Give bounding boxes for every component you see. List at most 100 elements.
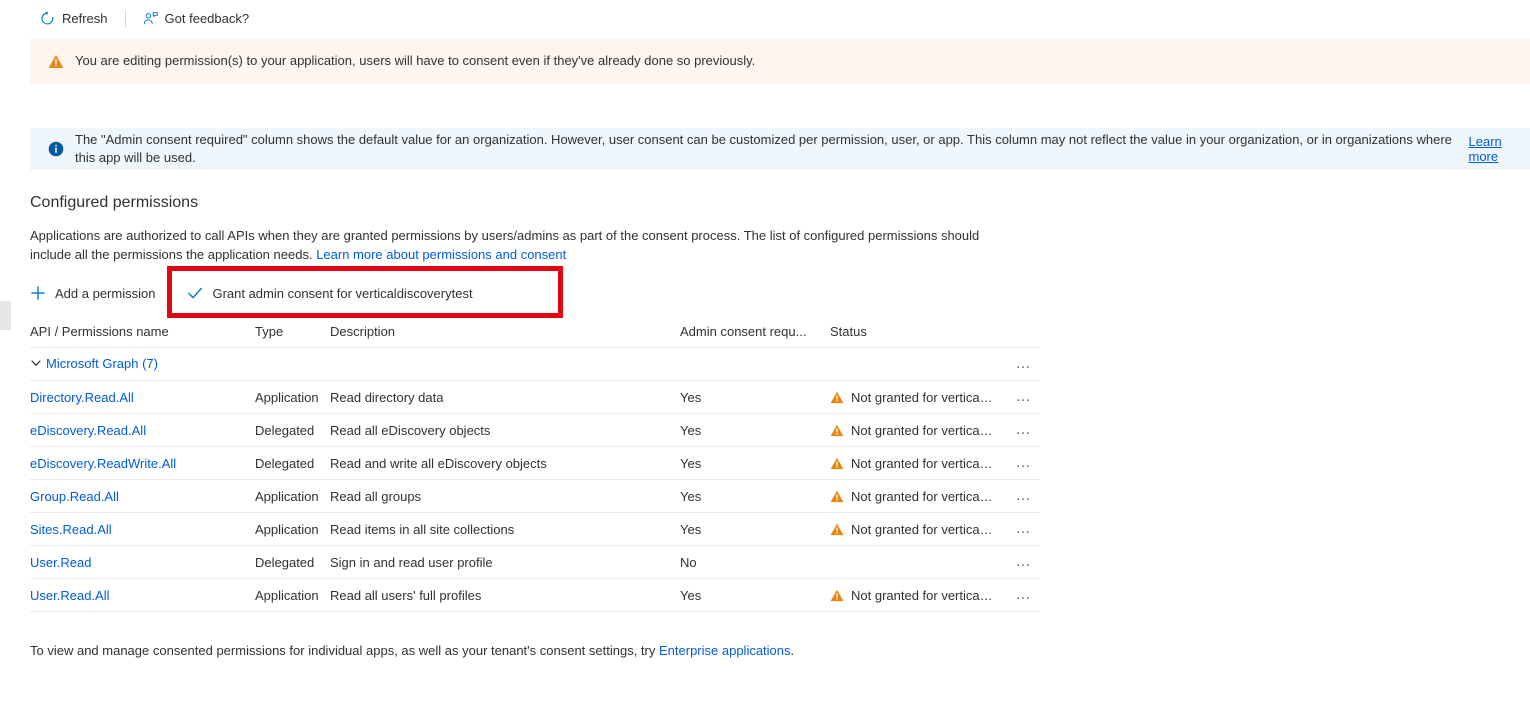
grant-admin-consent-button[interactable]: Grant admin consent for verticaldiscover… (167, 278, 484, 308)
warning-triangle-icon (830, 522, 844, 536)
permission-name-link[interactable]: Group.Read.All (30, 489, 119, 504)
refresh-button[interactable]: Refresh (30, 3, 118, 33)
permission-name-link[interactable]: User.Read (30, 555, 91, 570)
permission-type-cell: Delegated (255, 446, 330, 480)
ellipsis-icon[interactable]: … (1010, 450, 1038, 476)
permission-description-cell: Read directory data (330, 380, 680, 414)
admin-consent-required-cell: Yes (680, 380, 830, 414)
table-row: User.Read.All Application Read all users' … (30, 578, 1040, 612)
column-header-type[interactable]: Type (255, 318, 330, 348)
checkmark-icon (187, 285, 203, 301)
ellipsis-icon[interactable]: … (1010, 582, 1038, 608)
refresh-label: Refresh (62, 10, 108, 26)
permission-status-cell: Not granted for vertical... (830, 512, 1010, 546)
chevron-down-icon (30, 357, 42, 369)
warning-triangle-icon (48, 53, 64, 69)
status-badge: Not granted for vertical... (830, 456, 1010, 471)
table-row: Group.Read.All Application Read all groups… (30, 479, 1040, 513)
group-toggle-microsoft-graph[interactable]: Microsoft Graph (7) (30, 356, 158, 371)
permission-name-cell: eDiscovery.ReadWrite.All (30, 446, 255, 480)
group-row-menu-cell: … (1010, 347, 1040, 381)
permission-description-cell: Sign in and read user profile (330, 545, 680, 579)
row-menu-cell: … (1010, 578, 1040, 612)
status-text: Not granted for vertical... (851, 389, 993, 405)
ellipsis-icon[interactable]: … (1010, 384, 1038, 410)
permission-name-cell: User.Read.All (30, 578, 255, 612)
permission-name-link[interactable]: User.Read.All (30, 588, 109, 603)
permission-description-cell: Read and write all eDiscovery objects (330, 446, 680, 480)
permissions-consent-learn-more-link[interactable]: Learn more about permissions and consent (316, 247, 566, 262)
warning-triangle-icon (830, 390, 844, 404)
admin-consent-required-cell: Yes (680, 446, 830, 480)
permission-type-cell: Application (255, 578, 330, 612)
status-text: Not granted for vertical... (851, 521, 993, 537)
permission-description-cell: Read all groups (330, 479, 680, 513)
configured-permissions-section: Configured permissions Applications are … (30, 192, 1040, 264)
permission-status-cell: Not granted for vertical... (830, 578, 1010, 612)
table-row: User.Read Delegated Sign in and read user … (30, 545, 1040, 579)
add-a-permission-button[interactable]: Add a permission (30, 278, 167, 308)
ellipsis-icon[interactable]: … (1010, 417, 1038, 443)
permission-type-cell: Application (255, 512, 330, 546)
admin-consent-required-cell: Yes (680, 578, 830, 612)
ellipsis-icon[interactable]: … (1010, 351, 1038, 377)
group-label-text: Microsoft Graph (7) (46, 355, 158, 371)
got-feedback-button[interactable]: Got feedback? (133, 3, 260, 33)
row-menu-cell: … (1010, 479, 1040, 513)
editing-permissions-warning-banner: You are editing permission(s) to your ap… (30, 38, 1530, 84)
table-body: Microsoft Graph (7) … Directory.Read.All… (30, 347, 1040, 612)
permission-type-cell: Application (255, 380, 330, 414)
command-bar: Refresh Got feedback? (0, 0, 1530, 36)
grant-admin-consent-label: Grant admin consent for verticaldiscover… (212, 285, 473, 301)
admin-consent-required-cell: Yes (680, 512, 830, 546)
admin-consent-required-cell: Yes (680, 479, 830, 513)
table-group-row-microsoft-graph: Microsoft Graph (7) … (30, 347, 1040, 381)
status-badge: Not granted for vertical... (830, 489, 1010, 504)
column-header-description[interactable]: Description (330, 318, 680, 348)
status-text: Not granted for vertical... (851, 422, 993, 438)
plus-icon (30, 285, 46, 301)
footer-text: To view and manage consented permissions… (30, 643, 656, 658)
warning-banner-text: You are editing permission(s) to your ap… (75, 53, 756, 68)
permission-status-cell: Not granted for vertical... (830, 380, 1010, 414)
info-banner-learn-more-link[interactable]: Learn more (1469, 134, 1530, 164)
permission-description-cell: Read all users' full profiles (330, 578, 680, 612)
row-menu-cell: … (1010, 545, 1040, 579)
permission-name-link[interactable]: Sites.Read.All (30, 522, 112, 537)
status-badge: Not granted for vertical... (830, 390, 1010, 405)
permission-name-link[interactable]: eDiscovery.Read.All (30, 423, 146, 438)
group-row-label-cell: Microsoft Graph (7) (30, 347, 1010, 381)
admin-consent-required-cell: Yes (680, 413, 830, 447)
page-title: Configured permissions (30, 194, 199, 211)
permission-status-cell: Not granted for vertical... (830, 446, 1010, 480)
admin-consent-info-banner: The "Admin consent required" column show… (30, 128, 1530, 170)
permission-type-cell: Delegated (255, 545, 330, 579)
permission-description-cell: Read all eDiscovery objects (330, 413, 680, 447)
refresh-icon (40, 10, 55, 26)
permission-name-link[interactable]: eDiscovery.ReadWrite.All (30, 456, 176, 471)
table-row: eDiscovery.Read.All Delegated Read all eDi… (30, 413, 1040, 447)
warning-triangle-icon (830, 423, 844, 437)
table-row: Sites.Read.All Application Read items in a… (30, 512, 1040, 546)
table-header-row: API / Permissions name Type Description … (30, 318, 1040, 348)
column-header-admin-consent-required[interactable]: Admin consent requ... (680, 318, 830, 348)
command-bar-separator (124, 9, 126, 27)
ellipsis-icon[interactable]: … (1010, 549, 1038, 575)
left-edge-resize-handle[interactable] (0, 301, 11, 330)
add-a-permission-label: Add a permission (55, 285, 156, 301)
got-feedback-label: Got feedback? (164, 10, 250, 26)
permission-name-link[interactable]: Directory.Read.All (30, 390, 134, 405)
status-text: Not granted for vertical... (851, 488, 993, 504)
table-row: Directory.Read.All Application Read direct… (30, 380, 1040, 414)
column-header-status[interactable]: Status (830, 318, 1010, 348)
info-banner-text: The "Admin consent required" column show… (75, 132, 1452, 165)
permission-status-cell (830, 545, 1010, 579)
enterprise-applications-link[interactable]: Enterprise applications (659, 643, 791, 658)
warning-triangle-icon (830, 588, 844, 602)
permission-type-cell: Delegated (255, 413, 330, 447)
column-header-permissions-name[interactable]: API / Permissions name (30, 318, 255, 348)
section-description: Applications are authorized to call APIs… (30, 226, 1020, 264)
ellipsis-icon[interactable]: … (1010, 516, 1038, 542)
ellipsis-icon[interactable]: … (1010, 483, 1038, 509)
table-row: eDiscovery.ReadWrite.All Delegated Read an… (30, 446, 1040, 480)
